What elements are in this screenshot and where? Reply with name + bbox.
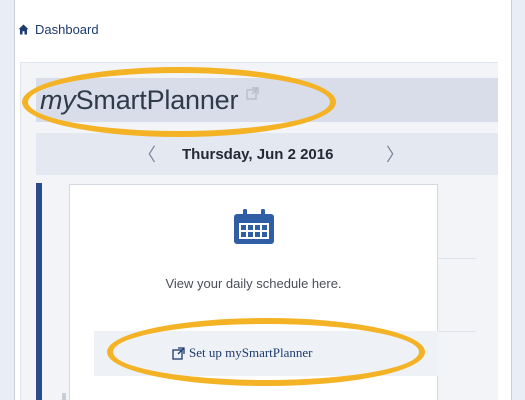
setup-planner-link[interactable]: Set up mySmartPlanner: [172, 345, 313, 361]
calendar-icon: [234, 209, 274, 244]
next-day-button[interactable]: 〉: [386, 141, 404, 167]
accent-stripe: [36, 183, 42, 400]
home-icon: [18, 24, 29, 35]
setup-planner-label[interactable]: Set up mySmartPlanner: [189, 345, 313, 361]
external-link-icon: [246, 87, 259, 100]
breadcrumb-dashboard-link[interactable]: Dashboard: [35, 22, 99, 37]
app-title-prefix: my: [40, 85, 76, 115]
prev-day-button[interactable]: 〈: [138, 141, 156, 167]
current-date: Thursday, Jun 2 2016: [182, 146, 334, 163]
scroll-marker: [62, 393, 66, 400]
app-title-main: SmartPlanner: [75, 85, 239, 115]
external-link-icon: [172, 346, 185, 360]
app-title[interactable]: my SmartPlanner: [40, 85, 259, 116]
schedule-message: View your daily schedule here.: [165, 276, 342, 291]
breadcrumb[interactable]: Dashboard: [18, 22, 99, 37]
